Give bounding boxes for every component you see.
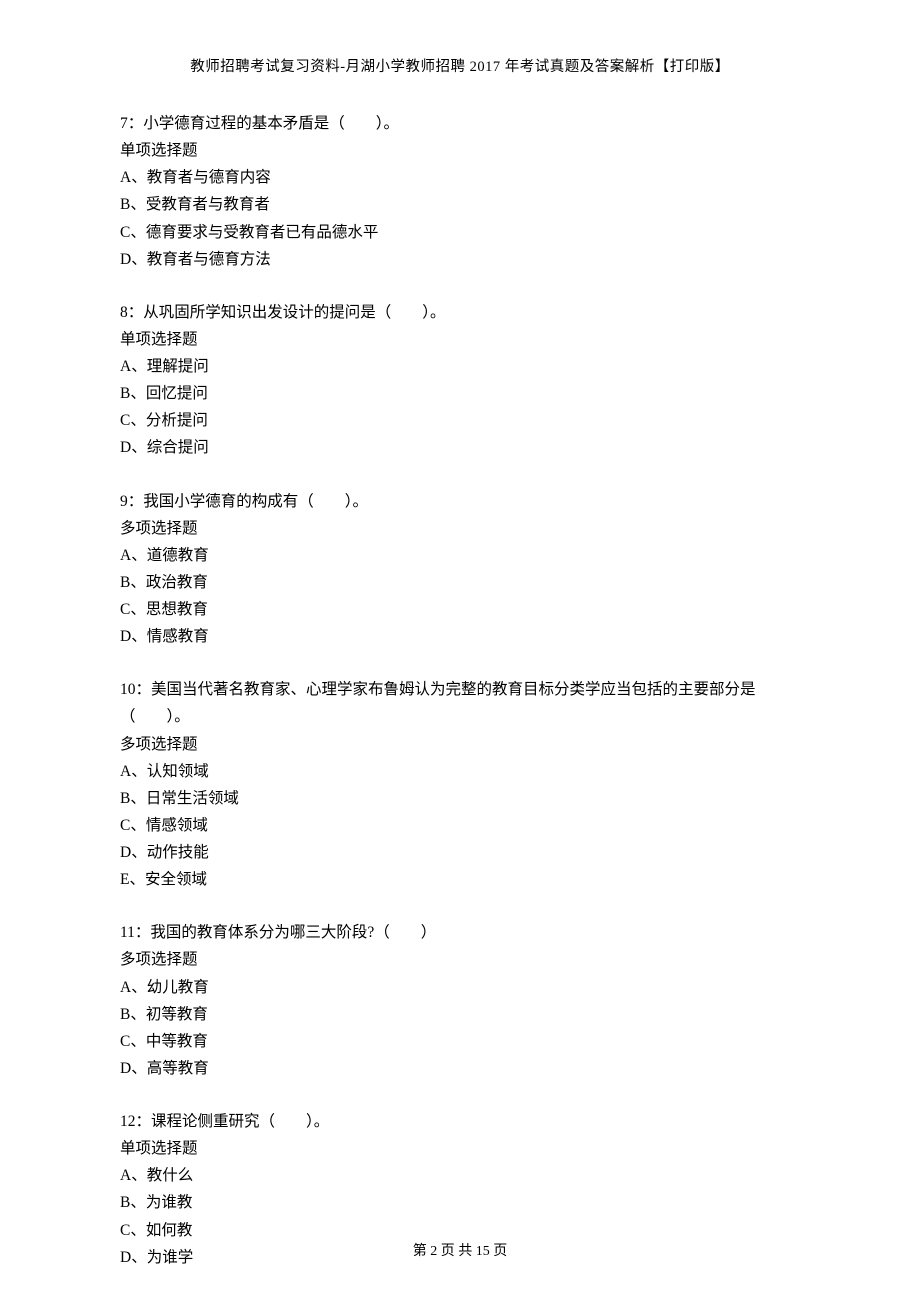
document-page: 教师招聘考试复习资料-月湖小学教师招聘 2017 年考试真题及答案解析【打印版】… xyxy=(0,0,920,1271)
question-type: 单项选择题 xyxy=(120,137,800,164)
question-stem: 8：从巩固所学知识出发设计的提问是（ ）。 xyxy=(120,299,800,326)
content-area: 7：小学德育过程的基本矛盾是（ ）。 单项选择题 A、教育者与德育内容 B、受教… xyxy=(120,110,800,1271)
question-7: 7：小学德育过程的基本矛盾是（ ）。 单项选择题 A、教育者与德育内容 B、受教… xyxy=(120,110,800,273)
question-type: 单项选择题 xyxy=(120,326,800,353)
option-a: A、理解提问 xyxy=(120,353,800,380)
page-header: 教师招聘考试复习资料-月湖小学教师招聘 2017 年考试真题及答案解析【打印版】 xyxy=(120,55,800,76)
option-a: A、教什么 xyxy=(120,1162,800,1189)
option-c: C、分析提问 xyxy=(120,407,800,434)
question-10: 10：美国当代著名教育家、心理学家布鲁姆认为完整的教育目标分类学应当包括的主要部… xyxy=(120,676,800,893)
option-b: B、日常生活领域 xyxy=(120,785,800,812)
option-c: C、中等教育 xyxy=(120,1028,800,1055)
option-b: B、回忆提问 xyxy=(120,380,800,407)
question-stem: 7：小学德育过程的基本矛盾是（ ）。 xyxy=(120,110,800,137)
option-a: A、教育者与德育内容 xyxy=(120,164,800,191)
option-b: B、初等教育 xyxy=(120,1001,800,1028)
question-8: 8：从巩固所学知识出发设计的提问是（ ）。 单项选择题 A、理解提问 B、回忆提… xyxy=(120,299,800,462)
option-d: D、动作技能 xyxy=(120,839,800,866)
option-b: B、政治教育 xyxy=(120,569,800,596)
option-d: D、情感教育 xyxy=(120,623,800,650)
question-stem: 9：我国小学德育的构成有（ ）。 xyxy=(120,488,800,515)
question-stem: 10：美国当代著名教育家、心理学家布鲁姆认为完整的教育目标分类学应当包括的主要部… xyxy=(120,676,800,730)
question-type: 多项选择题 xyxy=(120,946,800,973)
option-d: D、教育者与德育方法 xyxy=(120,246,800,273)
question-type: 多项选择题 xyxy=(120,731,800,758)
option-d: D、高等教育 xyxy=(120,1055,800,1082)
question-9: 9：我国小学德育的构成有（ ）。 多项选择题 A、道德教育 B、政治教育 C、思… xyxy=(120,488,800,651)
option-d: D、综合提问 xyxy=(120,434,800,461)
question-11: 11：我国的教育体系分为哪三大阶段?（ ） 多项选择题 A、幼儿教育 B、初等教… xyxy=(120,919,800,1082)
option-a: A、幼儿教育 xyxy=(120,974,800,1001)
option-b: B、受教育者与教育者 xyxy=(120,191,800,218)
question-type: 多项选择题 xyxy=(120,515,800,542)
question-stem: 11：我国的教育体系分为哪三大阶段?（ ） xyxy=(120,919,800,946)
option-a: A、认知领域 xyxy=(120,758,800,785)
option-a: A、道德教育 xyxy=(120,542,800,569)
question-stem: 12：课程论侧重研究（ ）。 xyxy=(120,1108,800,1135)
option-b: B、为谁教 xyxy=(120,1189,800,1216)
page-footer: 第 2 页 共 15 页 xyxy=(0,1240,920,1260)
option-c: C、思想教育 xyxy=(120,596,800,623)
option-c: C、德育要求与受教育者已有品德水平 xyxy=(120,219,800,246)
option-e: E、安全领域 xyxy=(120,866,800,893)
question-type: 单项选择题 xyxy=(120,1135,800,1162)
option-c: C、情感领域 xyxy=(120,812,800,839)
